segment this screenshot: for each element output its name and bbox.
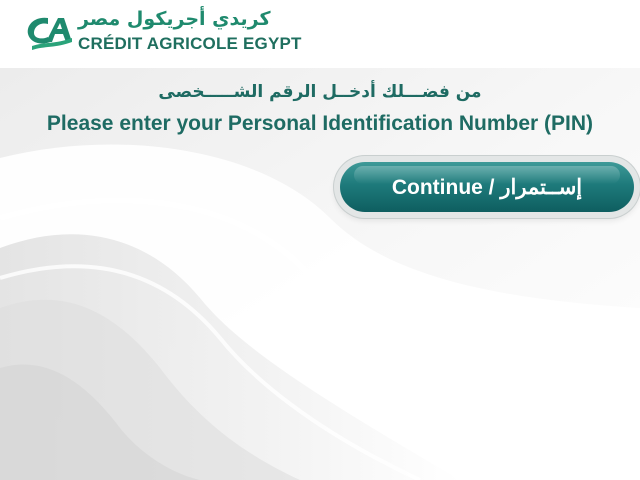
brand-name-arabic: كريدي أجريكول مصر [78, 8, 271, 30]
continue-button-label: Continue / إســتمرار [391, 175, 583, 199]
brand-name-english: CRÉDIT AGRICOLE EGYPT [78, 34, 302, 53]
pin-prompt-arabic: من فضـــلك أدخــل الرقم الشـــــخصى [158, 82, 482, 102]
credit-agricole-logo-icon [27, 17, 72, 50]
pin-prompt-english: Please enter your Personal Identificatio… [46, 112, 594, 135]
main-panel: من فضـــلك أدخــل الرقم الشـــــخصى Plea… [0, 68, 640, 480]
header: كريدي أجريكول مصر CRÉDIT AGRICOLE EGYPT [0, 0, 640, 68]
continue-button[interactable]: Continue / إســتمرار [340, 162, 634, 212]
